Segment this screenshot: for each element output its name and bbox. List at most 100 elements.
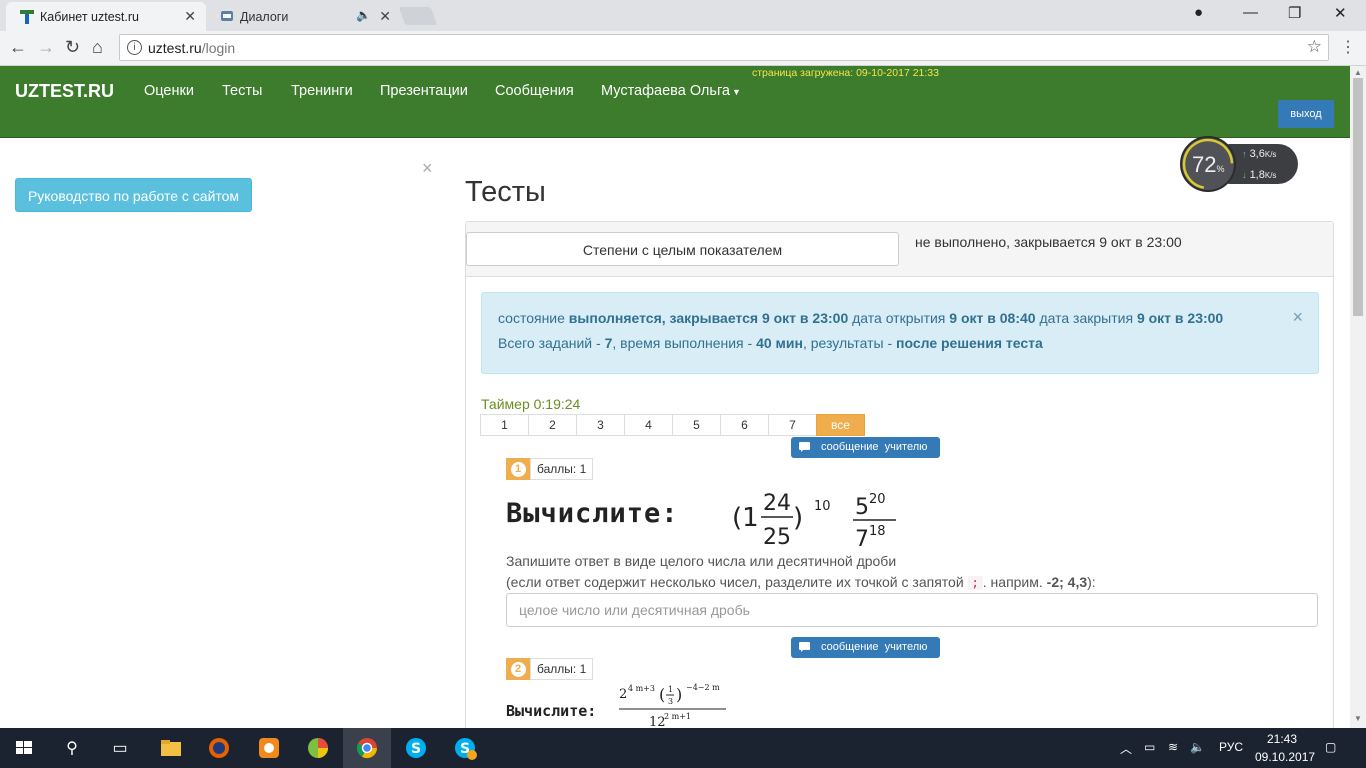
svg-text:(: ( (659, 685, 665, 704)
page-7[interactable]: 7 (768, 414, 817, 436)
file-explorer-icon[interactable] (157, 734, 185, 762)
app-icon-multicolor[interactable] (304, 734, 332, 762)
wifi-icon[interactable]: ≋ (1168, 740, 1178, 754)
svg-text:25: 25 (763, 525, 791, 550)
browser-tabstrip: Кабинет uztest.ru ✕ Диалоги 🔈 ✕ ● — ❐ ✕ (0, 0, 1366, 31)
test-panel: Степени с целым показателем не выполнено… (465, 221, 1334, 728)
question-2-badge: 2 баллы: 1 (506, 658, 594, 680)
page-5[interactable]: 5 (672, 414, 721, 436)
message-teacher-button-q1[interactable]: сообщение учителю (791, 437, 940, 458)
speaker-icon[interactable]: 🔈 (356, 8, 371, 22)
page-1[interactable]: 1 (480, 414, 529, 436)
tab-dialogs[interactable]: Диалоги 🔈 ✕ (206, 2, 401, 31)
reload-icon[interactable]: ↻ (65, 37, 80, 58)
nav-trainings[interactable]: Тренинги (291, 83, 353, 99)
svg-text:): ) (793, 503, 803, 533)
scroll-up-icon[interactable]: ▲ (1354, 68, 1362, 77)
svg-text:1: 1 (668, 685, 673, 694)
nav-presentations[interactable]: Презентации (380, 83, 468, 99)
clock-date[interactable]: 09.10.2017 (1255, 750, 1315, 764)
alert-close-icon[interactable]: × (1292, 307, 1303, 328)
answer-input-q1[interactable]: целое число или десятичная дробь (506, 593, 1318, 627)
page-scrollbar[interactable]: ▲ ▼ (1350, 66, 1366, 728)
clock-time[interactable]: 21:43 (1267, 732, 1297, 746)
restore-icon[interactable]: ❐ (1288, 4, 1301, 22)
notifications-icon[interactable]: ▢ (1325, 740, 1336, 754)
nav-messages[interactable]: Сообщения (495, 83, 574, 99)
page-4[interactable]: 4 (624, 414, 673, 436)
scroll-down-icon[interactable]: ▼ (1354, 714, 1362, 723)
svg-text:−4−2 m: −4−2 m (686, 683, 720, 692)
back-icon[interactable]: ← (9, 37, 27, 58)
test-status: не выполнено, закрывается 9 окт в 23:00 (915, 234, 1182, 250)
upload-speed: ↑ 3,6K/s (1242, 148, 1277, 160)
svg-text:S: S (411, 741, 421, 757)
svg-text:2: 2 (619, 687, 627, 702)
info-icon[interactable]: i (127, 40, 142, 55)
page-all[interactable]: все (816, 414, 865, 436)
menu-dots-icon[interactable]: ⋮ (1340, 37, 1356, 57)
nav-tests[interactable]: Тесты (222, 83, 262, 99)
firefox-icon[interactable] (205, 734, 233, 762)
svg-text:4 m+3: 4 m+3 (628, 684, 655, 693)
minimize-icon[interactable]: — (1243, 4, 1258, 21)
skype-notification-icon[interactable]: S (451, 734, 479, 762)
app-icon-orange[interactable] (255, 734, 283, 762)
comment-icon (799, 642, 810, 652)
nav-grades[interactable]: Оценки (144, 83, 194, 99)
tab-title: Диалоги (240, 9, 289, 24)
skype-icon[interactable]: S (402, 734, 430, 762)
question-number: 1 (510, 461, 526, 477)
home-icon[interactable]: ⌂ (92, 37, 103, 58)
svg-text:2 m+1: 2 m+1 (664, 712, 691, 721)
comment-icon (799, 442, 810, 452)
windows-start-icon[interactable] (10, 734, 38, 762)
forward-icon[interactable]: → (37, 37, 55, 58)
question-points: баллы: 1 (530, 458, 594, 480)
volume-icon[interactable]: 🔈 (1190, 740, 1205, 754)
scrollbar-thumb[interactable] (1353, 78, 1363, 316)
battery-icon[interactable]: ▭ (1144, 740, 1155, 754)
page-6[interactable]: 6 (720, 414, 769, 436)
tab-uztest[interactable]: Кабинет uztest.ru ✕ (6, 2, 206, 31)
site-guide-button[interactable]: Руководство по работе с сайтом (15, 178, 252, 212)
profile-icon[interactable]: ● (1194, 4, 1203, 21)
network-speed-widget[interactable]: 72% ↑ 3,6K/s ↓ 1,8K/s (1180, 136, 1300, 196)
alert-line-state: состояние выполняется, закрывается 9 окт… (498, 310, 1224, 326)
close-window-icon[interactable]: ✕ (1334, 4, 1347, 22)
tab-title: Кабинет uztest.ru (40, 9, 139, 24)
page-2[interactable]: 2 (528, 414, 577, 436)
close-tab-icon[interactable]: ✕ (184, 8, 196, 25)
question-pager: 1 2 3 4 5 6 7 все (480, 414, 865, 436)
nav-user-menu[interactable]: Мустафаева Ольга ▼ (601, 83, 741, 99)
test-info-alert: состояние выполняется, закрывается 9 окт… (481, 292, 1319, 374)
tray-chevron-icon[interactable]: ︿ (1120, 740, 1132, 757)
chat-favicon-icon (221, 11, 233, 21)
formula-expression: (1 24 25 ) 10 5 20 7 18 (732, 491, 896, 550)
input-language[interactable]: РУС (1219, 740, 1243, 754)
chrome-icon[interactable] (353, 734, 381, 762)
bookmark-star-icon[interactable]: ☆ (1307, 37, 1322, 57)
close-tab-icon[interactable]: ✕ (379, 8, 391, 25)
address-bar[interactable]: i uztest.ru/login ☆ (119, 34, 1329, 61)
page-3[interactable]: 3 (576, 414, 625, 436)
sidebar-close-icon[interactable]: × (422, 158, 433, 179)
message-teacher-button-q2[interactable]: сообщение учителю (791, 637, 940, 658)
formula-verb: Вычислите: (506, 702, 597, 720)
uztest-favicon-icon (20, 10, 34, 24)
exit-button[interactable]: выход (1278, 100, 1334, 128)
caret-down-icon: ▼ (731, 87, 741, 97)
question-1-badge: 1 баллы: 1 (506, 458, 594, 480)
site-brand[interactable]: UZTEST.RU (15, 81, 114, 102)
svg-text:7: 7 (855, 527, 869, 550)
question-points: баллы: 1 (530, 658, 594, 680)
web-page: UZTEST.RU Оценки Тесты Тренинги Презента… (0, 66, 1350, 728)
timer: Таймер 0:19:24 (481, 396, 581, 412)
windows-taskbar: ⚲ ▭ S S ︿ ▭ ≋ 🔈 РУС 21:43 09.10.2017 ▢ (0, 728, 1366, 768)
task-view-icon[interactable]: ▭ (106, 734, 134, 762)
url-text: uztest.ru/login (148, 40, 236, 56)
test-panel-header: Степени с целым показателем не выполнено… (466, 222, 1333, 277)
test-name-button[interactable]: Степени с целым показателем (466, 232, 899, 266)
search-icon[interactable]: ⚲ (58, 734, 86, 762)
new-tab-button[interactable] (398, 7, 438, 25)
